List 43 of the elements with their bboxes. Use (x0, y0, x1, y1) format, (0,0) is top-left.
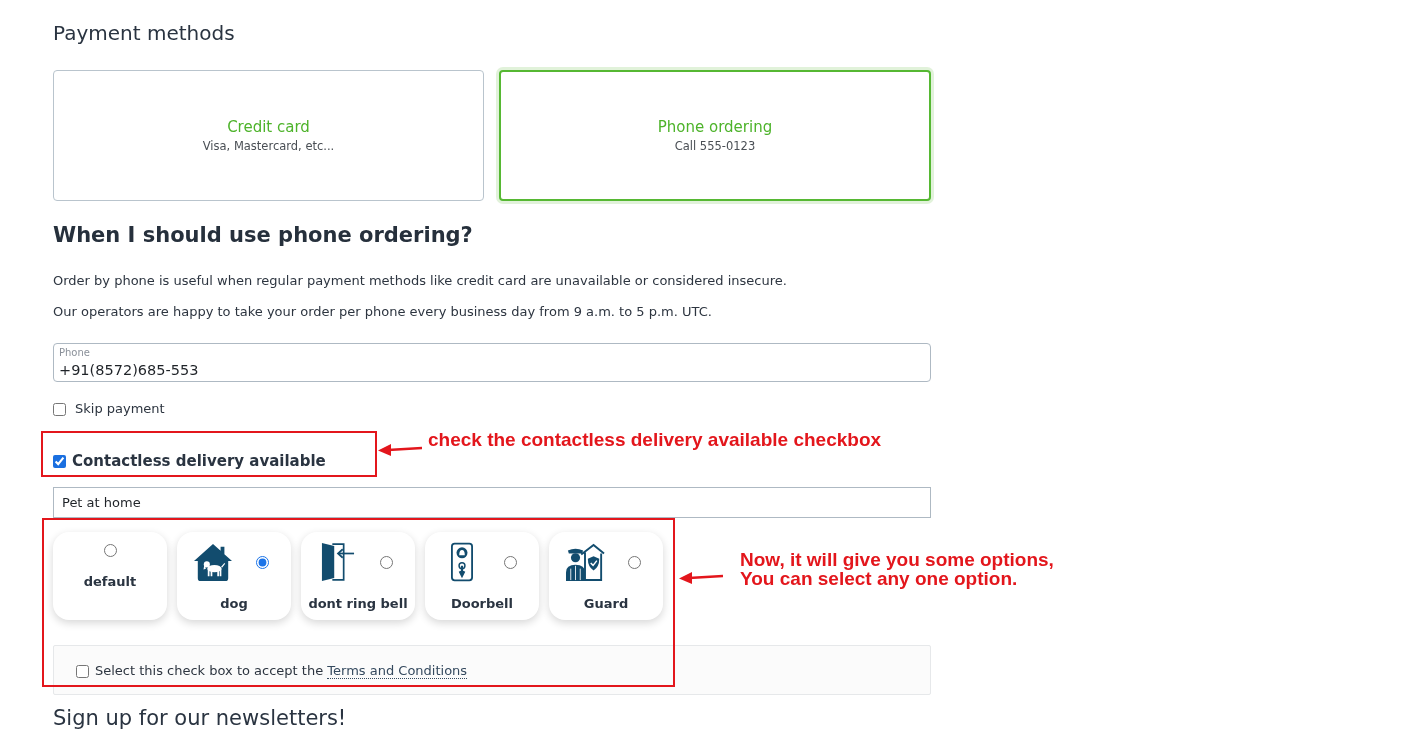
door-arrow-icon (321, 542, 355, 582)
terms-link[interactable]: Terms and Conditions (327, 663, 468, 679)
checkbox-label: Contactless delivery available (72, 452, 326, 470)
checkbox[interactable] (53, 402, 66, 416)
radio-button[interactable] (504, 555, 517, 569)
delivery-option-card[interactable]: dog (177, 532, 291, 620)
checkbox[interactable] (76, 664, 89, 678)
payment-option-subtitle: Call 555-0123 (674, 139, 756, 154)
section-heading: When I should use phone ordering? (53, 222, 474, 249)
radio-button[interactable] (380, 555, 393, 569)
payment-option-title: Credit card (227, 117, 310, 137)
checkbox[interactable] (53, 454, 66, 468)
left-arrow-icon (679, 571, 723, 585)
payment-option-card[interactable]: Credit card Visa, Mastercard, etc... (53, 70, 484, 201)
field-label: Phone (59, 347, 90, 358)
guard-house-icon (565, 543, 605, 581)
payment-option-card[interactable]: Phone ordering Call 555-0123 (499, 70, 931, 201)
doorbell-icon (451, 542, 473, 582)
radio-button[interactable] (256, 555, 269, 569)
delivery-option-card[interactable]: dont ring bell (301, 532, 415, 620)
option-label: default (83, 573, 137, 591)
payment-option-subtitle: Visa, Mastercard, etc... (202, 139, 335, 154)
annotation-text: check the contactless delivery available checkbox (428, 430, 882, 449)
paragraph: Order by phone is useful when regular payment methods like credit card are unavailable or considered insecure. (53, 272, 788, 290)
left-arrow-icon (378, 443, 422, 457)
delivery-option-card[interactable]: default (53, 532, 167, 620)
text-field[interactable]: Pet at home (53, 487, 931, 518)
option-label: dont ring bell (308, 595, 408, 613)
terms-text: Select this check box to accept the Terms and Conditions (95, 662, 468, 680)
paragraph: Our operators are happy to take your order per phone every business day from 9 a.m. to 5 p.m. UTC. (53, 303, 713, 321)
annotation-text: Now, it will give you some options, You can select any one option. (740, 550, 1054, 588)
section-title: Payment methods (53, 20, 236, 47)
dog-house-icon (193, 543, 233, 581)
delivery-option-card[interactable]: Doorbell (425, 532, 539, 620)
delivery-option-card[interactable]: Guard (549, 532, 663, 620)
radio-button[interactable] (103, 544, 117, 557)
option-label: dog (220, 595, 248, 613)
radio-button[interactable] (628, 555, 641, 569)
checkbox-label: Skip payment (75, 400, 165, 418)
option-label: Guard (583, 595, 629, 613)
section-title: Sign up for our newsletters! (53, 705, 348, 731)
payment-option-title: Phone ordering (657, 117, 773, 137)
option-label: Doorbell (450, 595, 514, 613)
